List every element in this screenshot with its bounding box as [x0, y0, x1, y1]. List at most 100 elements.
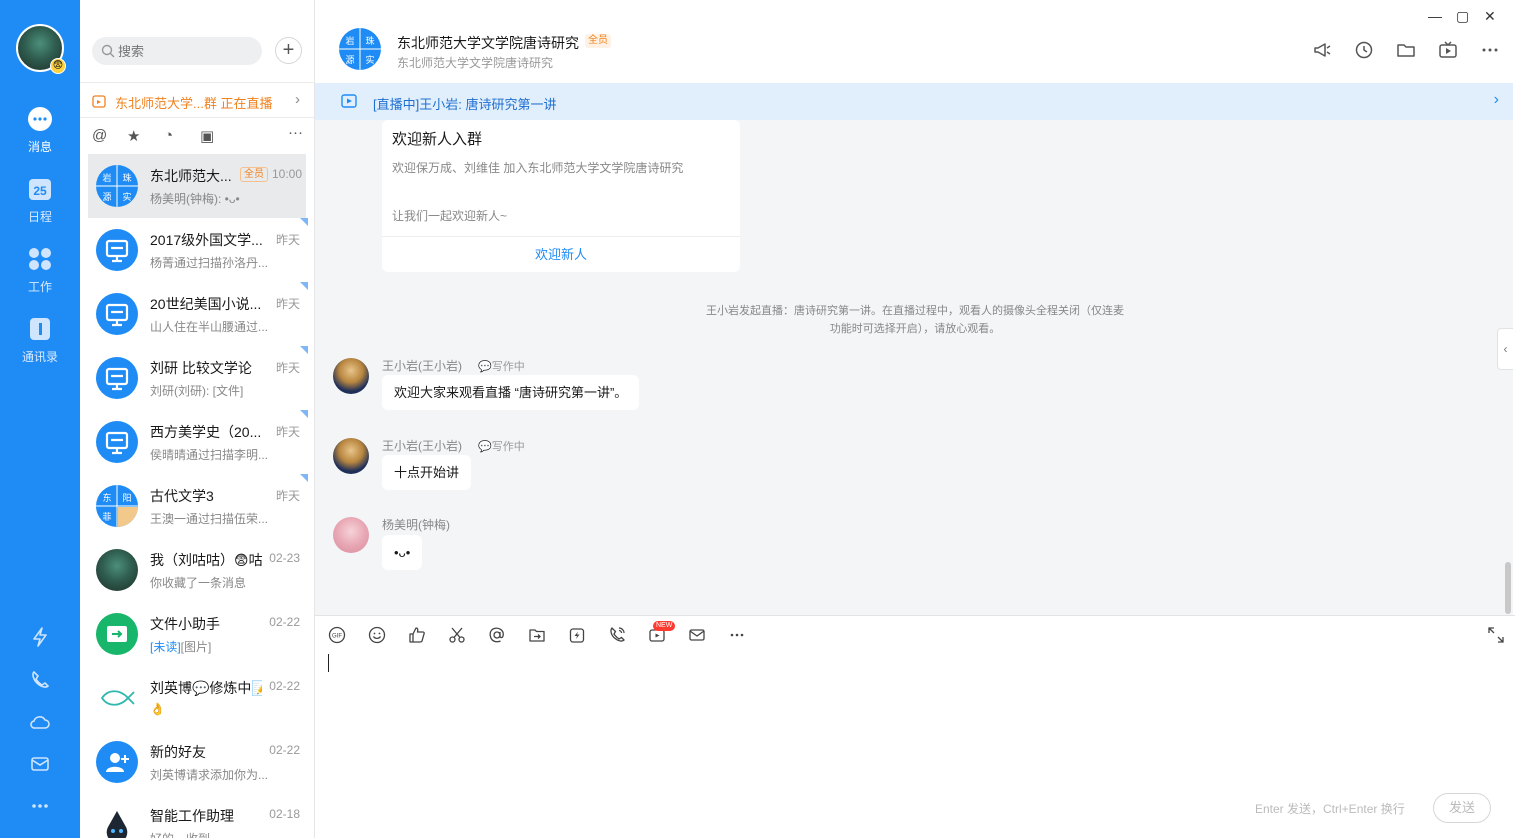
- rail-more[interactable]: [0, 795, 80, 820]
- announcement-button[interactable]: [1312, 40, 1332, 63]
- rail-work[interactable]: 工作: [0, 246, 80, 295]
- apps-grid-icon: [29, 248, 51, 270]
- message-scrollbar[interactable]: [1505, 562, 1511, 614]
- presentation-icon: [105, 431, 129, 455]
- chat-title[interactable]: 东北师范大学文学院唐诗研究: [397, 33, 579, 53]
- clock-icon: [1355, 41, 1373, 59]
- welcome-card-body2: 让我们一起欢迎新人~: [392, 209, 508, 223]
- rail-mail[interactable]: [0, 753, 80, 778]
- send-hint: Enter 发送，Ctrl+Enter 换行: [1255, 802, 1405, 816]
- conversation-name: 智能工作助理: [150, 808, 234, 824]
- conversation-item[interactable]: 我（刘咕咕）😨咕 02-23 你收藏了一条消息: [88, 538, 304, 602]
- conversation-item[interactable]: 刘研 比较文学论 昨天 刘研(刘研): [文件]: [88, 346, 308, 410]
- all-members-badge: 全员: [240, 167, 268, 182]
- user-avatar: [96, 549, 138, 591]
- rail-contacts[interactable]: 通讯录: [0, 316, 80, 365]
- like-button[interactable]: [408, 626, 426, 647]
- welcome-new-member-button[interactable]: 欢迎新人: [382, 244, 740, 263]
- star-filter-icon[interactable]: ★: [127, 127, 140, 145]
- search-input[interactable]: [118, 37, 258, 65]
- minimize-button[interactable]: —: [1428, 8, 1442, 24]
- mail-button[interactable]: [688, 626, 706, 647]
- call-button[interactable]: [608, 626, 626, 647]
- sender-avatar[interactable]: [333, 517, 369, 553]
- more-button[interactable]: [1480, 40, 1500, 63]
- conversation-preview: 杨菁通过扫描孙洛丹...: [150, 256, 269, 270]
- megaphone-icon: [1314, 43, 1331, 57]
- new-friend-avatar: [96, 741, 138, 783]
- mention-button[interactable]: [488, 626, 506, 647]
- history-button[interactable]: [1354, 40, 1374, 63]
- archive-filter-icon[interactable]: ▣: [200, 127, 214, 145]
- pinned-corner: [300, 282, 308, 290]
- sender-avatar[interactable]: [333, 358, 369, 394]
- add-button[interactable]: +: [275, 37, 302, 64]
- rail-messages[interactable]: 消息: [0, 106, 80, 155]
- conversation-item[interactable]: 东 阳 菲 古代文学3 昨天 王澳一通过扫描伍荣...: [88, 474, 308, 538]
- message-bubble[interactable]: •ᴗ•: [382, 535, 423, 570]
- conversation-item[interactable]: 文件小助手 02-22 [未读][图片]: [88, 602, 304, 666]
- avatar-char: 菲: [102, 511, 111, 522]
- clock-filter-icon[interactable]: ◔: [164, 127, 173, 144]
- folder-arrow-icon: [529, 629, 545, 642]
- gif-button[interactable]: GIF: [328, 626, 346, 647]
- rail-cloud[interactable]: [0, 711, 80, 736]
- message-icon: [28, 107, 52, 131]
- side-panel-toggle[interactable]: ‹: [1497, 328, 1513, 370]
- conversation-item[interactable]: 新的好友 02-22 刘英博请求添加你为...: [88, 730, 304, 794]
- sender-avatar[interactable]: [333, 438, 369, 474]
- conversation-item[interactable]: 2017级外国文学... 昨天 杨菁通过扫描孙洛丹...: [88, 218, 308, 282]
- group-avatar-grid: 东 阳 菲: [96, 485, 138, 527]
- conversation-time: 10:00: [271, 167, 302, 181]
- conversation-time: 02-22: [269, 743, 300, 757]
- lightning-icon: [33, 627, 47, 647]
- rail-phone[interactable]: [0, 669, 80, 694]
- message-bubble[interactable]: 欢迎大家来观看直播 “唐诗研究第一讲”。: [382, 375, 640, 410]
- conversation-preview: 侯晴晴通过扫描李明...: [150, 448, 269, 462]
- send-button[interactable]: 发送: [1433, 793, 1491, 823]
- calendar-day: 25: [33, 184, 47, 198]
- rail-calendar[interactable]: 25 日程: [0, 176, 80, 225]
- text-input-caret[interactable]: [328, 654, 329, 672]
- class-avatar: [96, 293, 138, 335]
- conversation-list-panel: + 东北师范大学...群 正在直播 › @ ★ ◔ ▣ ··· 岩 珠 源 实 …: [80, 0, 315, 838]
- files-button[interactable]: [1396, 40, 1416, 63]
- expand-button[interactable]: [1487, 626, 1505, 647]
- conversation-item[interactable]: 西方美学史（20... 昨天 侯晴晴通过扫描李明...: [88, 410, 308, 474]
- conversation-item[interactable]: 20世纪美国小说... 昨天 山人住在半山腰通过...: [88, 282, 308, 346]
- robot-icon: [106, 811, 128, 838]
- conversation-item[interactable]: 刘英博💬修炼中📝 02-22 👌: [88, 666, 304, 730]
- more-tools-button[interactable]: [728, 626, 746, 647]
- mention-filter-icon[interactable]: @: [92, 127, 107, 144]
- conversation-name: 2017级外国文学...: [150, 232, 262, 248]
- live-button[interactable]: [1438, 40, 1458, 63]
- flash-button[interactable]: [568, 626, 586, 647]
- live-banner[interactable]: 东北师范大学...群 正在直播 ›: [80, 82, 314, 118]
- status-emoji-icon: 😨: [50, 58, 66, 74]
- conversation-preview: 好的，收到: [150, 830, 210, 838]
- more-filter-icon[interactable]: ···: [288, 124, 303, 141]
- class-avatar: [96, 421, 138, 463]
- mail-icon: [31, 757, 49, 771]
- welcome-card-title: 欢迎新人入群: [392, 131, 483, 148]
- file-helper-avatar: [96, 613, 138, 655]
- maximize-button[interactable]: ▢: [1456, 8, 1469, 25]
- conversation-item[interactable]: 智能工作助理 02-18 好的，收到: [88, 794, 304, 838]
- class-avatar: [96, 357, 138, 399]
- chat-group-avatar[interactable]: 岩 珠 源 实: [339, 28, 381, 70]
- unread-label: [未读]: [150, 640, 181, 654]
- message-bubble[interactable]: 十点开始讲: [382, 455, 472, 490]
- rail-lightning[interactable]: [0, 626, 80, 651]
- conversation-time: 02-22: [269, 679, 300, 693]
- live-notice-bar[interactable]: [直播中]王小岩: 唐诗研究第一讲 ›: [315, 83, 1513, 120]
- conversation-item[interactable]: 岩 珠 源 实 东北师范大... 全员 10:00 杨美明(钟梅): •ᴗ•: [88, 154, 306, 218]
- screenshot-button[interactable]: [448, 626, 466, 647]
- emoji-button[interactable]: [368, 626, 386, 647]
- avatar-char: 岩: [102, 172, 111, 183]
- at-icon: [489, 627, 504, 643]
- my-avatar[interactable]: 😨: [16, 24, 66, 74]
- conversation-preview: [未读][图片]: [150, 638, 211, 655]
- forward-button[interactable]: [528, 626, 546, 647]
- close-button[interactable]: ✕: [1484, 8, 1496, 25]
- search-box[interactable]: [92, 37, 262, 65]
